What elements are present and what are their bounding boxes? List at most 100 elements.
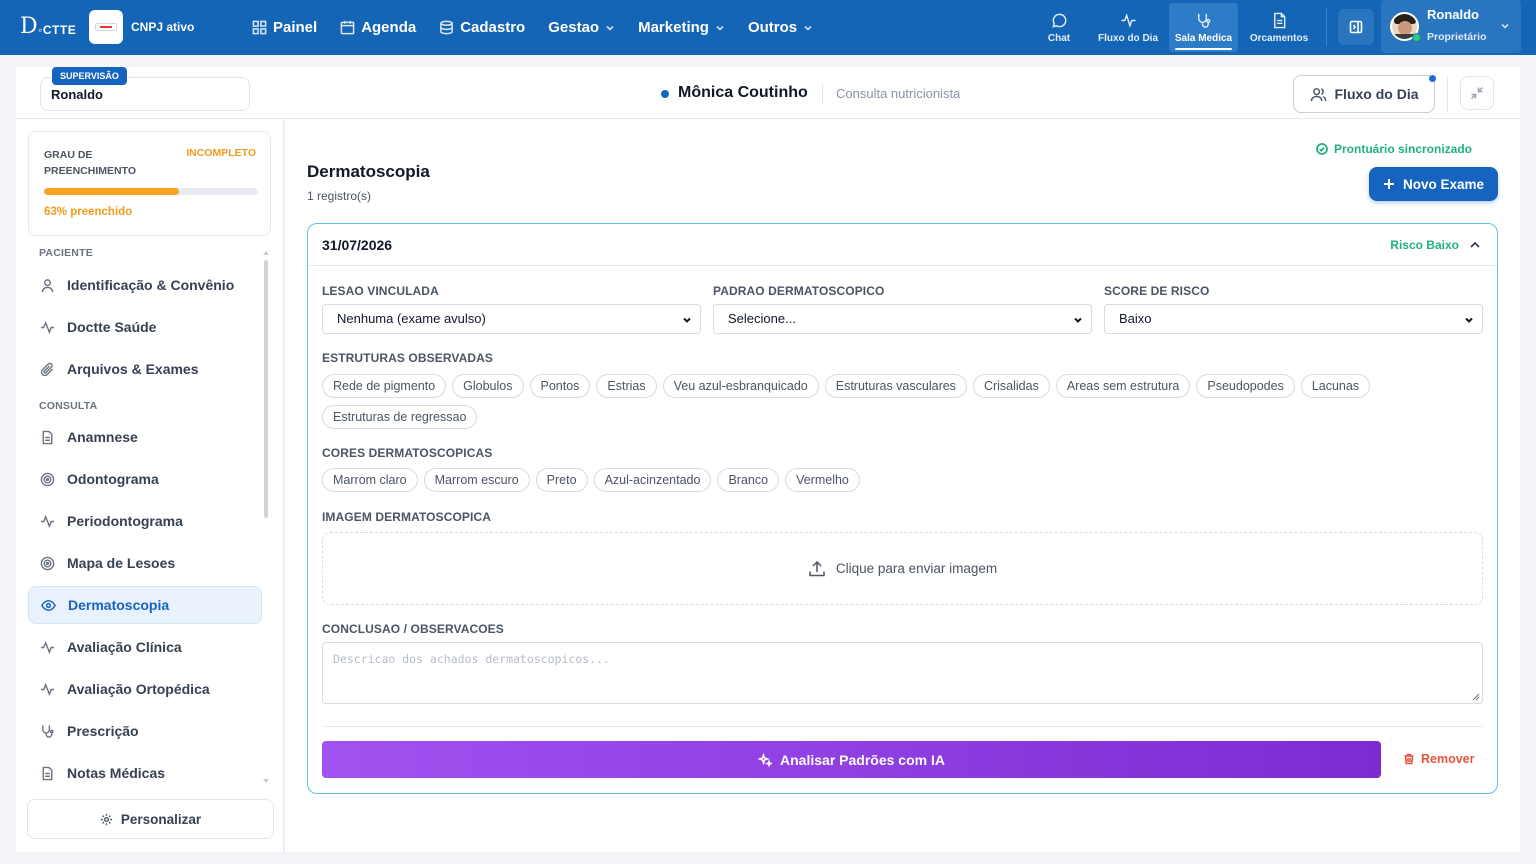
sidebar-item-odontograma[interactable]: Odontograma: [28, 460, 262, 498]
nav-label: Cadastro: [460, 19, 526, 36]
minimize-icon: [1470, 86, 1484, 100]
doctte-logo[interactable]: D ◦CTTE: [20, 14, 76, 39]
resize-handle-icon[interactable]: [1472, 693, 1480, 701]
sidebar-item-doctte-saude[interactable]: Doctte Saúde: [28, 308, 262, 346]
quick-nav-fluxo-do-dia[interactable]: Fluxo do Dia: [1094, 3, 1162, 52]
sidebar-item-avaliacao-clinica[interactable]: Avaliação Clínica: [28, 628, 262, 666]
chevron-down-icon: [1074, 317, 1082, 323]
scroll-up-arrow[interactable]: [263, 251, 269, 255]
activity-icon: [40, 320, 55, 334]
record-count: 1 registro(s): [307, 189, 372, 203]
sidebar-item-anamnese[interactable]: Anamnese: [28, 418, 262, 456]
structures-chip-group: Rede de pigmento Globulos Pontos Estrias Veu…: [322, 374, 1482, 429]
chevron-up-icon[interactable]: [1469, 239, 1481, 251]
nav-outros[interactable]: Outros: [748, 19, 813, 36]
fluxo-do-dia-button[interactable]: Fluxo do Dia: [1293, 75, 1435, 113]
color-chip[interactable]: Marrom escuro: [423, 468, 530, 492]
gear-icon: [100, 813, 112, 825]
eye-icon: [41, 599, 56, 611]
structure-chip[interactable]: Lacunas: [1300, 374, 1371, 398]
ai-analyze-button[interactable]: Analisar Padrões com IA: [322, 741, 1381, 778]
structure-chip[interactable]: Areas sem estrutura: [1055, 374, 1191, 398]
page-title: Dermatoscopia: [307, 162, 430, 181]
user-menu[interactable]: Ronaldo Proprietário: [1381, 0, 1521, 53]
sidebar-scrollbar[interactable]: [264, 260, 268, 518]
nav-cadastro[interactable]: Cadastro: [439, 19, 525, 36]
quick-nav-sala-medica[interactable]: Sala Medica: [1169, 3, 1238, 52]
sidebar-item-identificacao[interactable]: Identificação & Convênio: [28, 266, 262, 304]
nav-label: Outros: [747, 19, 798, 36]
new-exam-button[interactable]: Novo Exame: [1369, 167, 1498, 201]
nav-marketing[interactable]: Marketing: [638, 19, 725, 36]
plus-icon: [1383, 179, 1394, 189]
minimize-button[interactable]: [1460, 76, 1494, 110]
document-icon: [1273, 12, 1285, 28]
quick-nav-label: Sala Medica: [1174, 32, 1233, 44]
user-name: Ronaldo: [1427, 7, 1479, 22]
quick-nav-chat[interactable]: Chat: [1032, 3, 1086, 52]
nav-painel[interactable]: Painel: [252, 19, 317, 36]
sidebar-item-label: Dermatoscopia: [68, 597, 170, 613]
sidebar-item-notas-medicas[interactable]: Notas Médicas: [28, 754, 262, 792]
completion-status-badge: INCOMPLETO: [186, 147, 256, 159]
image-upload-dropzone[interactable]: Clique para enviar imagem: [322, 532, 1483, 605]
scroll-down-arrow[interactable]: [263, 779, 269, 783]
logo-text: ◦CTTE: [38, 22, 77, 37]
online-status-indicator: [1412, 33, 1421, 42]
sidebar-item-label: Arquivos & Exames: [67, 361, 199, 377]
nav-agenda[interactable]: Agenda: [340, 19, 416, 36]
nav-gestao[interactable]: Gestao: [548, 19, 615, 36]
sidebar-item-avaliacao-ortopedica[interactable]: Avaliação Ortopédica: [28, 670, 262, 708]
sidebar-item-prescricao[interactable]: Prescrição: [28, 712, 262, 750]
structure-chip[interactable]: Pseudopodes: [1196, 374, 1295, 398]
structure-chip[interactable]: Estruturas de regressao: [322, 405, 478, 429]
sparkles-icon: [758, 752, 773, 767]
structure-chip[interactable]: Estrias: [596, 374, 657, 398]
quick-nav-orcamentos[interactable]: Orcamentos: [1245, 3, 1313, 52]
color-chip[interactable]: Marrom claro: [322, 468, 418, 492]
section-label-consult: CONSULTA: [39, 400, 98, 412]
lesion-label: LESAO VINCULADA: [322, 284, 439, 298]
stethoscope-icon: [42, 724, 54, 738]
sidebar-item-dermatoscopia[interactable]: Dermatoscopia: [28, 586, 262, 624]
structure-chip[interactable]: Pontos: [529, 374, 591, 398]
sidebar-item-label: Anamnese: [67, 429, 138, 445]
color-chip[interactable]: Vermelho: [785, 468, 860, 492]
sidebar-item-periodontograma[interactable]: Periodontograma: [28, 502, 262, 540]
stethoscope-icon: [1198, 13, 1211, 28]
quick-nav-label: Orcamentos: [1249, 32, 1309, 44]
risk-score-select[interactable]: Baixo: [1104, 304, 1483, 334]
remove-exam-button[interactable]: Remover: [1403, 752, 1475, 766]
structure-chip[interactable]: Veu azul-esbranquicado: [662, 374, 819, 398]
chevron-down-icon: [683, 317, 691, 323]
chevron-down-icon: [1501, 23, 1509, 29]
sidebar-item-label: Identificação & Convênio: [67, 277, 235, 293]
document-icon: [42, 430, 53, 444]
color-chip[interactable]: Preto: [535, 468, 588, 492]
sidebar-item-mapa-de-lesoes[interactable]: Mapa de Lesoes: [28, 544, 262, 582]
completion-progress-fill: [44, 188, 179, 195]
pattern-select[interactable]: Selecione...: [713, 304, 1092, 334]
structure-chip[interactable]: Estruturas vasculares: [824, 374, 967, 398]
exam-card-header[interactable]: 31/07/2026 Risco Baixo: [308, 224, 1497, 266]
color-chip[interactable]: Azul-acinzentado: [593, 468, 712, 492]
main-content: Prontuário sincronizado Dermatoscopia 1 …: [285, 119, 1520, 852]
personalize-button[interactable]: Personalizar: [27, 799, 274, 839]
sidebar-item-label: Prescrição: [67, 723, 139, 739]
risk-score-select-value: Baixo: [1119, 311, 1152, 326]
company-logo-icon[interactable]: [89, 10, 123, 44]
top-navigation-bar: D ◦CTTE CNPJ ativo Painel Agenda Cadastro…: [0, 0, 1536, 55]
toggle-panel-button[interactable]: [1338, 9, 1374, 45]
sidebar-item-arquivos[interactable]: Arquivos & Exames: [28, 350, 262, 388]
structure-chip[interactable]: Rede de pigmento: [322, 374, 447, 398]
exam-date: 31/07/2026: [322, 237, 393, 253]
color-chip[interactable]: Branco: [717, 468, 780, 492]
structure-chip[interactable]: Crisalidas: [972, 374, 1050, 398]
lesion-select[interactable]: Nenhuma (exame avulso): [322, 304, 701, 334]
risk-badge: Risco Baixo: [1390, 238, 1459, 252]
nav-label: Gestao: [548, 19, 600, 36]
structure-chip[interactable]: Globulos: [452, 374, 524, 398]
conclusion-textarea[interactable]: Descricao dos achados dermatoscopicos...: [322, 642, 1483, 704]
completion-card: GRAU DE PREENCHIMENTO INCOMPLETO 63% pre…: [28, 131, 271, 236]
completion-label: GRAU DE PREENCHIMENTO: [44, 149, 136, 177]
